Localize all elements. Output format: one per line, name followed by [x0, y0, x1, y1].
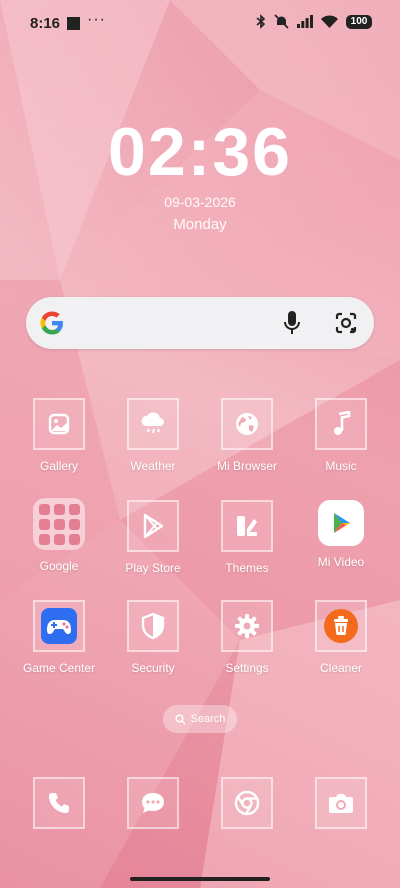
app-gallery[interactable]: Gallery: [11, 398, 107, 473]
camera-icon: [329, 794, 353, 813]
signal-icon: [297, 15, 313, 28]
search-icon: [175, 713, 186, 725]
app-play-store[interactable]: Play Store: [105, 500, 201, 575]
bluetooth-icon: [256, 14, 266, 29]
dock-camera[interactable]: [315, 777, 367, 829]
clock-day: Monday: [173, 216, 227, 233]
chrome-icon: [234, 790, 260, 816]
home-indicator[interactable]: [130, 877, 270, 881]
shield-icon: [127, 600, 179, 652]
app-label: Play Store: [125, 561, 181, 575]
battery-icon: 100: [346, 14, 372, 29]
google-folder-icon: [33, 498, 85, 550]
dock-messages[interactable]: [127, 777, 179, 829]
app-search-label: Search: [190, 713, 226, 725]
app-themes[interactable]: Themes: [199, 500, 295, 575]
app-google-folder[interactable]: Google: [11, 498, 107, 573]
clock-time: 02:36: [108, 114, 292, 190]
mi-video-icon: [318, 500, 364, 546]
app-music[interactable]: Music: [293, 398, 389, 473]
app-label: Mi Video: [317, 555, 365, 569]
dock-phone[interactable]: [33, 777, 85, 829]
more-notifications-icon: ···: [87, 11, 106, 28]
weather-icon: [127, 398, 179, 450]
gear-icon: [221, 600, 273, 652]
themes-icon: [221, 500, 273, 552]
app-label: Settings: [225, 661, 269, 675]
clock-date: 09-03-2026: [164, 194, 236, 210]
app-label: Google: [39, 559, 79, 573]
status-bar: 8:16 ··· 100: [0, 0, 400, 48]
music-note-icon: [315, 398, 367, 450]
app-weather[interactable]: Weather: [105, 398, 201, 473]
google-lens-icon[interactable]: [334, 311, 358, 335]
mute-icon: [274, 14, 289, 29]
app-game-center[interactable]: Game Center: [11, 600, 107, 675]
dock-chrome[interactable]: [221, 777, 273, 829]
voice-search-icon[interactable]: [282, 310, 302, 336]
globe-icon: [221, 398, 273, 450]
app-label: Game Center: [22, 661, 96, 675]
app-label: Music: [325, 459, 357, 473]
app-mi-browser[interactable]: Mi Browser: [199, 398, 295, 473]
app-label: Mi Browser: [216, 459, 277, 473]
gallery-icon: [33, 398, 85, 450]
messages-icon: [142, 793, 164, 813]
trash-icon: [315, 600, 367, 652]
wifi-icon: [321, 15, 338, 28]
google-search-bar[interactable]: [26, 297, 374, 349]
app-search-button[interactable]: Search: [163, 705, 237, 733]
clock-widget[interactable]: 02:36 09-03-2026 Monday: [0, 112, 400, 233]
app-label: Themes: [225, 561, 269, 575]
phone-icon: [49, 793, 69, 813]
notification-square-icon: [67, 17, 80, 30]
app-mi-video[interactable]: Mi Video: [293, 500, 389, 569]
app-label: Security: [131, 661, 175, 675]
app-cleaner[interactable]: Cleaner: [293, 600, 389, 675]
google-logo-icon: [40, 311, 63, 335]
app-settings[interactable]: Settings: [199, 600, 295, 675]
app-label: Weather: [130, 459, 176, 473]
app-security[interactable]: Security: [105, 600, 201, 675]
status-time: 8:16: [30, 15, 61, 32]
app-label: Cleaner: [319, 661, 363, 675]
gamepad-icon: [33, 600, 85, 652]
app-label: Gallery: [39, 459, 78, 473]
play-store-icon: [127, 500, 179, 552]
